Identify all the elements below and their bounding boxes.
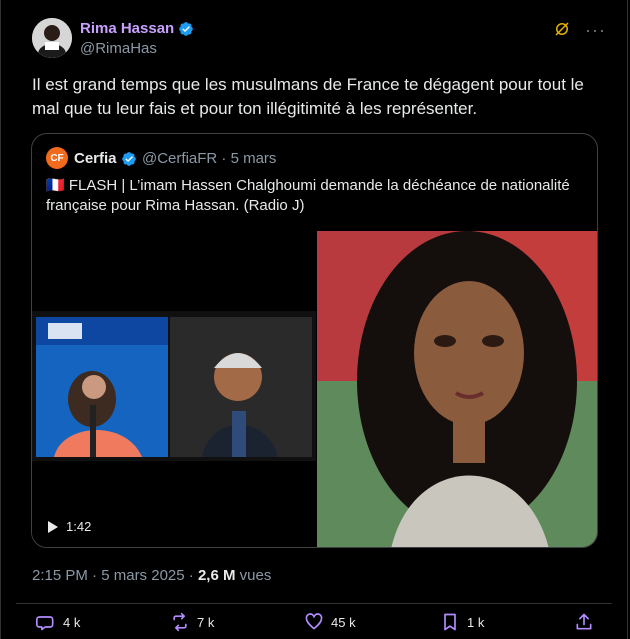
avatar-image [32,18,72,58]
author-handle[interactable]: @RimaHas [80,40,157,57]
quote-text: 🇫🇷 FLASH | L’imam Hassen Chalghoumi dema… [46,177,570,214]
quoted-tweet[interactable]: CF Cerfia @CerfiaFR · 5 mars 🇫🇷 FLASH | … [31,133,598,548]
reply-icon [36,616,54,631]
repost-icon [173,612,187,632]
like-icon [305,613,323,630]
tweet-time[interactable]: 2:15 PM [32,567,88,584]
photo-media[interactable] [317,231,597,547]
author-name-row[interactable]: Rima Hassan [80,20,194,37]
portrait-image [317,231,597,547]
reply-count: 4 k [63,614,81,630]
grok-icon[interactable] [553,20,571,38]
quote-handle-date[interactable]: @CerfiaFR · 5 mars [142,150,276,167]
video-thumbnail [32,311,316,461]
video-duration-label: 1:42 [66,519,92,534]
bookmark-button[interactable]: 1 k [440,612,484,632]
more-icon[interactable]: ··· [585,20,606,41]
action-bar: 4 k 7 k 45 k 1 k [0,612,630,638]
tweet-text: Il est grand temps que les musulmans de … [32,75,584,118]
meta-separator: · [92,567,102,584]
views-label: vues [239,567,272,584]
like-count: 45 k [331,614,356,630]
repost-count: 7 k [197,614,215,630]
play-icon[interactable] [48,520,58,533]
tweet-date[interactable]: 5 mars 2025 [101,567,184,584]
author-name[interactable]: Rima Hassan [80,20,174,37]
video-media[interactable]: 1:42 [32,231,316,547]
views-count: 2,6 M [197,567,236,584]
repost-button[interactable]: 7 k [170,612,214,632]
share-button[interactable] [574,612,594,632]
like-button[interactable]: 45 k [304,612,356,632]
cerfia-logo: CF [46,147,68,169]
bookmark-icon [444,613,456,631]
bookmark-count: 1 k [467,614,485,630]
video-duration: 1:42 [48,519,91,534]
divider [16,603,612,604]
avatar[interactable] [32,18,72,58]
quote-author-name-row[interactable]: Cerfia [74,150,137,167]
tweet-meta: 2:15 PM · 5 mars 2025 · 2,6 M vues [32,567,271,584]
verified-icon [121,151,136,166]
reply-button[interactable]: 4 k [36,612,80,632]
meta-separator: · [188,567,198,584]
verified-icon [179,21,194,36]
cerfia-logo-text: CF [50,152,64,164]
share-icon [576,613,592,630]
quote-author-name[interactable]: Cerfia [74,150,117,167]
